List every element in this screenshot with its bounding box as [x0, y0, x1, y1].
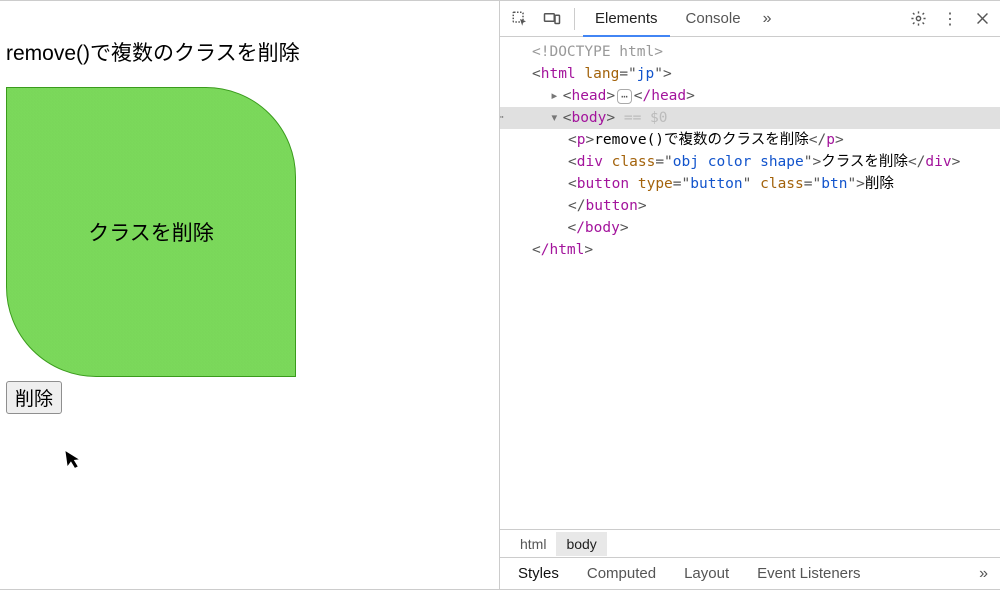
dom-line-html-close[interactable]: </html> [500, 239, 1000, 261]
dom-line-button-open[interactable]: <button type="button" class="btn">削除 [500, 173, 1000, 195]
demo-box-text: クラスを削除 [88, 217, 214, 247]
gear-icon[interactable] [906, 7, 930, 31]
kebab-menu-icon[interactable]: ⋮ [938, 7, 962, 31]
devtools-panel: Elements Console » ⋮ <!DOCTYPE html> <ht… [500, 0, 1000, 590]
device-toolbar-icon[interactable] [538, 5, 566, 33]
toolbar-divider [574, 8, 575, 30]
close-icon[interactable] [970, 7, 994, 31]
styles-tabbar: Styles Computed Layout Event Listeners » [500, 557, 1000, 589]
dom-line-div[interactable]: <div class="obj color shape">クラスを削除</div… [500, 151, 1000, 173]
dom-line-head[interactable]: <head>⋯</head> [500, 85, 1000, 107]
dom-line-body-close[interactable]: </body> [500, 217, 1000, 239]
dom-line-html-open[interactable]: <html lang="jp"> [500, 63, 1000, 85]
more-tabs-icon[interactable]: » [757, 10, 778, 28]
rendered-page-pane: remove()で複数のクラスを削除 クラスを削除 削除 [0, 0, 500, 590]
page-title: remove()で複数のクラスを削除 [6, 37, 493, 67]
breadcrumb: html body [500, 529, 1000, 557]
dom-line-doctype[interactable]: <!DOCTYPE html> [500, 41, 1000, 63]
tab-elements[interactable]: Elements [583, 1, 670, 37]
cursor-icon [64, 448, 83, 475]
tab-computed[interactable]: Computed [573, 558, 670, 590]
tab-event-listeners[interactable]: Event Listeners [743, 558, 874, 590]
devtools-toolbar: Elements Console » ⋮ [500, 1, 1000, 37]
dom-line-button-close[interactable]: </button> [500, 195, 1000, 217]
delete-button[interactable]: 削除 [6, 381, 62, 414]
dom-line-body-open[interactable]: ⋯<body> == $0 [500, 107, 1000, 129]
tab-styles[interactable]: Styles [504, 558, 573, 590]
inspect-element-icon[interactable] [506, 5, 534, 33]
tab-layout[interactable]: Layout [670, 558, 743, 590]
more-style-tabs-icon[interactable]: » [971, 565, 996, 583]
demo-box: クラスを削除 [6, 87, 296, 377]
dom-line-p[interactable]: <p>remove()で複数のクラスを削除</p> [500, 129, 1000, 151]
dom-tree[interactable]: <!DOCTYPE html> <html lang="jp"> <head>⋯… [500, 37, 1000, 529]
breadcrumb-html[interactable]: html [510, 532, 556, 556]
breadcrumb-body[interactable]: body [556, 532, 606, 556]
tab-console[interactable]: Console [674, 1, 753, 37]
